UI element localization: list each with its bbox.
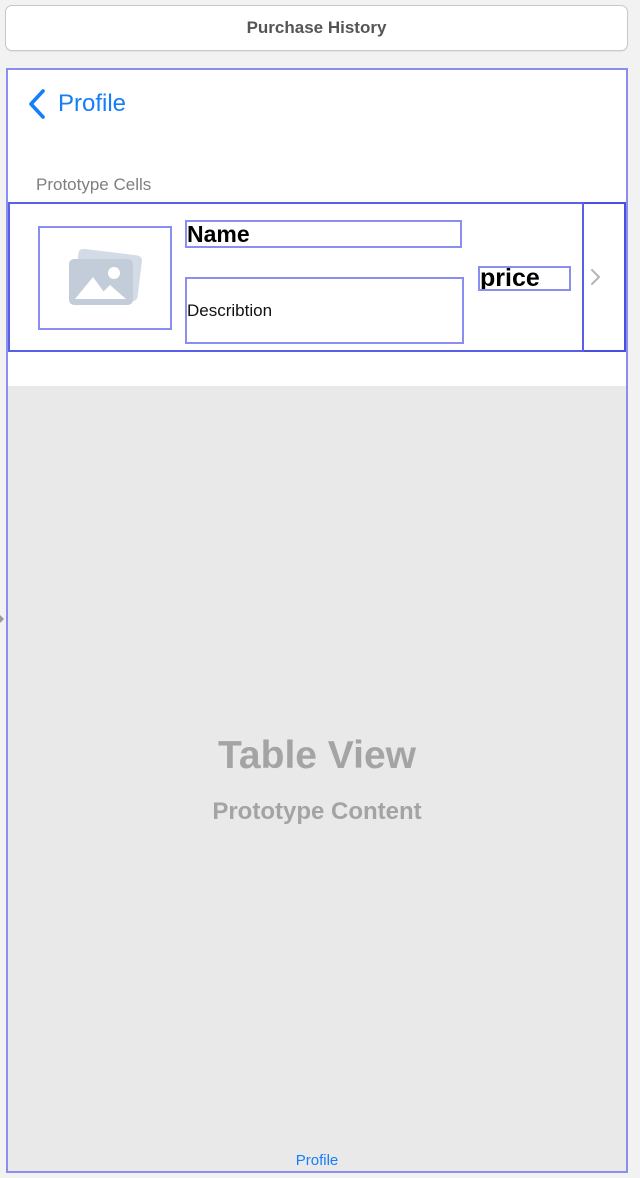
- table-view-placeholder-subtitle: Prototype Content: [212, 798, 422, 825]
- view-controller-scene[interactable]: Profile Prototype Cells Name Describtion…: [6, 68, 628, 1173]
- tab-bar-item-profile[interactable]: Profile: [8, 1152, 626, 1169]
- table-footer-gap: [8, 352, 626, 386]
- prototype-cell[interactable]: Name Describtion price: [8, 202, 626, 352]
- name-label: Name: [185, 220, 462, 248]
- section-header-label: Prototype Cells: [36, 175, 152, 194]
- scene-title-bar: Purchase History: [5, 5, 628, 51]
- disclosure-chevron-icon: [591, 269, 600, 285]
- thumbnail-image-view[interactable]: [38, 226, 172, 330]
- back-chevron-icon: [29, 89, 45, 119]
- price-label: price: [478, 266, 571, 291]
- image-placeholder-icon: [69, 249, 142, 305]
- table-section-header: Prototype Cells: [8, 140, 626, 202]
- navigation-bar: Profile: [8, 70, 626, 140]
- entry-point-marker: [0, 615, 4, 623]
- back-button-label: Profile: [58, 90, 127, 117]
- description-label: Describtion: [185, 277, 464, 344]
- table-view-placeholder-title: Table View: [218, 734, 416, 777]
- scene-title: Purchase History: [246, 18, 387, 37]
- back-button[interactable]: Profile: [26, 86, 126, 122]
